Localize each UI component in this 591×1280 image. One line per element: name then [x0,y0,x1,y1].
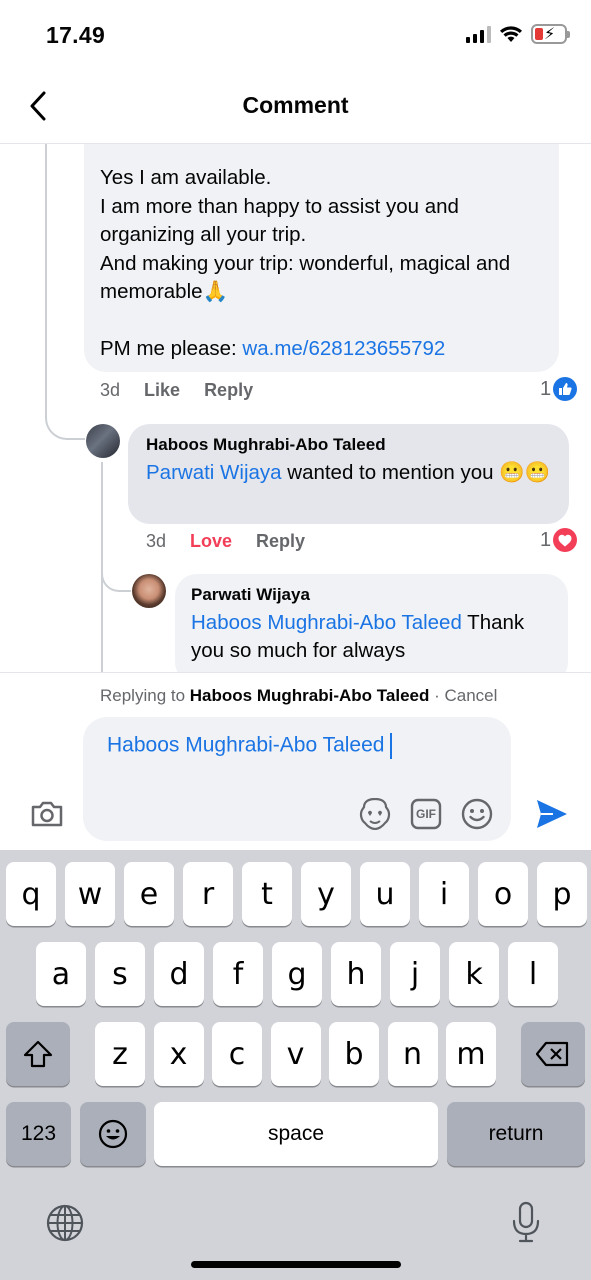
key-k[interactable]: k [449,942,499,1006]
comment-text: Yes I am available. [100,166,272,189]
love-button[interactable]: Love [190,531,232,552]
gif-label: GIF [416,807,436,821]
status-time: 17.49 [46,22,106,48]
comment-text: wanted to mention you 😬😬 [281,461,551,484]
heart-icon [553,528,578,552]
backspace-icon [536,1041,569,1067]
key-c[interactable]: c [212,1022,262,1086]
reply-button[interactable]: Reply [204,380,253,401]
space-key[interactable]: space [154,1102,438,1166]
key-q[interactable]: q [6,862,56,926]
key-u[interactable]: u [360,862,410,926]
comment-bubble[interactable]: Haboos Mughrabi-Abo Taleed Parwati Wijay… [128,424,569,524]
key-y[interactable]: y [301,862,351,926]
keyboard: qwertyuiop asdfghjkl zxcvbnm 123 space r… [0,850,591,1280]
avatar[interactable] [132,574,166,608]
wifi-icon [500,26,522,42]
thread-connector [101,564,131,592]
key-t[interactable]: t [242,862,292,926]
home-indicator[interactable] [191,1261,401,1268]
comment-bubble[interactable]: Yes I am available. I am more than happy… [84,144,559,372]
comment-thread[interactable]: Yes I am available. I am more than happy… [0,144,591,672]
input-mention: Haboos Mughrabi-Abo Taleed [107,733,385,757]
replying-to-bar: Replying to Haboos Mughrabi-Abo Taleed ·… [100,686,497,706]
comment-text: I am more than happy to assist you and o… [100,194,459,247]
status-bar: 17.49 ⚡ [0,0,591,70]
reply-composer: Replying to Haboos Mughrabi-Abo Taleed ·… [0,672,591,852]
key-j[interactable]: j [390,942,440,1006]
shift-key[interactable] [6,1022,70,1086]
replying-label: Replying to [100,686,190,705]
key-r[interactable]: r [183,862,233,926]
key-w[interactable]: w [65,862,115,926]
reaction-summary[interactable]: 1 [540,377,578,401]
comment-bubble[interactable]: Parwati Wijaya Haboos Mughrabi-Abo Talee… [175,574,568,672]
reaction-summary[interactable]: 1 [540,528,578,552]
key-e[interactable]: e [124,862,174,926]
key-p[interactable]: p [537,862,587,926]
avatar-sticker-icon[interactable] [358,797,392,831]
thread-connector [45,144,85,440]
key-m[interactable]: m [446,1022,496,1086]
key-g[interactable]: g [272,942,322,1006]
key-n[interactable]: n [387,1022,438,1086]
camera-icon[interactable] [28,795,66,833]
return-key[interactable]: return [447,1102,585,1166]
battery-icon: ⚡ [531,24,570,44]
comment-text: PM me please: [100,337,243,360]
send-icon[interactable] [534,797,570,831]
cellular-signal-icon [466,25,491,43]
key-z[interactable]: z [95,1022,145,1086]
key-v[interactable]: v [270,1022,321,1086]
page-title: Comment [242,92,349,118]
reaction-count: 1 [540,377,552,400]
globe-icon[interactable] [44,1202,86,1244]
avatar[interactable] [86,424,120,458]
shift-arrow-icon [23,1040,53,1068]
comment-author[interactable]: Haboos Mughrabi-Abo Taleed [146,435,551,455]
comment-input[interactable]: Haboos Mughrabi-Abo Taleed GIF [83,717,511,841]
key-i[interactable]: i [419,862,469,926]
emoji-keyboard-key[interactable] [80,1102,146,1166]
text-caret [390,733,393,759]
comment-actions: 3d Love Reply [146,531,329,552]
key-a[interactable]: a [36,942,86,1006]
whatsapp-link[interactable]: wa.me/628123655792 [242,337,445,360]
comment-time: 3d [146,531,167,551]
mention-link[interactable]: Haboos Mughrabi-Abo Taleed [191,611,462,634]
reaction-count: 1 [540,528,552,551]
gif-button[interactable]: GIF [410,797,442,831]
key-b[interactable]: b [329,1022,379,1086]
comment-author[interactable]: Parwati Wijaya [191,585,552,605]
thumbs-up-icon [553,377,578,401]
status-icons: ⚡ [466,24,570,44]
delete-key[interactable] [521,1022,585,1086]
like-button[interactable]: Like [144,380,180,401]
emoji-icon [98,1119,128,1149]
numbers-key[interactable]: 123 [6,1102,71,1166]
key-f[interactable]: f [213,942,263,1006]
microphone-icon[interactable] [507,1200,545,1244]
key-h[interactable]: h [331,942,381,1006]
key-o[interactable]: o [478,862,528,926]
comment-actions: 3d Like Reply [100,380,277,401]
key-d[interactable]: d [154,942,204,1006]
cancel-reply-button[interactable]: · Cancel [429,686,497,705]
header: Comment [0,70,591,144]
key-s[interactable]: s [95,942,145,1006]
comment-time: 3d [100,380,121,400]
key-x[interactable]: x [153,1022,204,1086]
key-l[interactable]: l [508,942,558,1006]
mention-link[interactable]: Parwati Wijaya [146,461,282,484]
comment-text: And making your trip: wonderful, magical… [100,251,511,304]
replying-name: Haboos Mughrabi-Abo Taleed [189,686,430,705]
reply-button[interactable]: Reply [256,531,305,552]
emoji-icon[interactable] [460,797,494,831]
